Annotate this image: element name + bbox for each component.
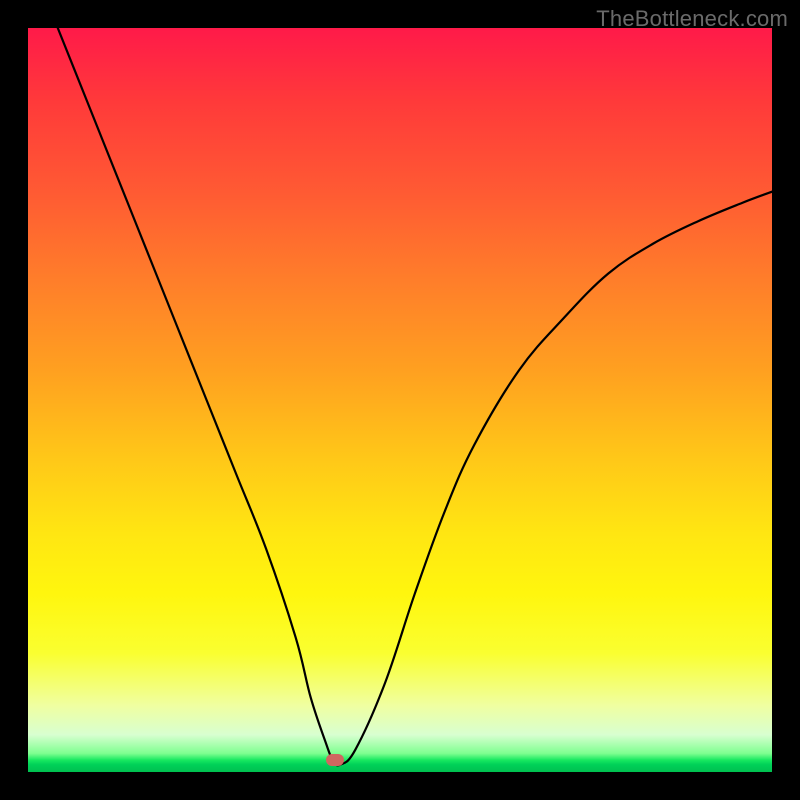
optimum-marker xyxy=(326,754,344,766)
watermark-text: TheBottleneck.com xyxy=(596,6,788,32)
bottleneck-curve xyxy=(28,28,772,772)
chart-frame: TheBottleneck.com xyxy=(0,0,800,800)
plot-area xyxy=(28,28,772,772)
